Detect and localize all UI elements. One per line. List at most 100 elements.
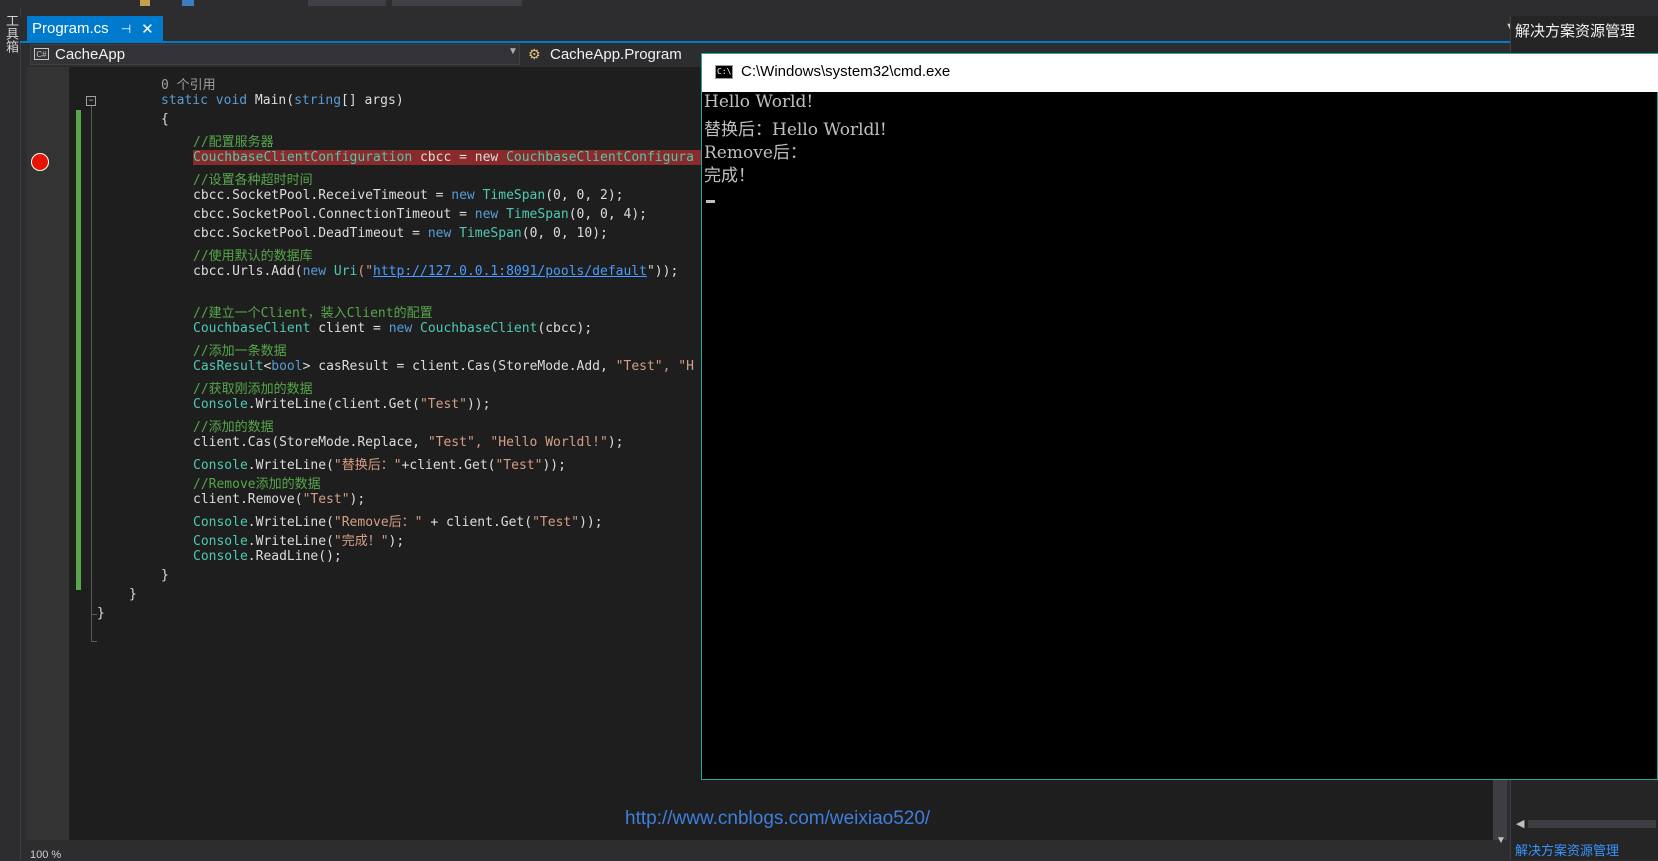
code-token: new <box>388 321 420 336</box>
code-token: .WriteLine( <box>247 534 334 549</box>
code-line: Console.WriteLine(client.Get("Test")); <box>193 397 490 412</box>
code-comment: //配置服务器 <box>193 135 274 150</box>
code-token: (" <box>357 264 374 279</box>
code-token: cbcc.Urls.Add( <box>193 264 303 279</box>
console-cursor <box>706 200 715 203</box>
code-token: "Test" <box>302 492 350 507</box>
code-token: (0, 0, 4); <box>568 207 647 222</box>
console-output-line: 替换后：Hello Worldl! <box>704 120 887 140</box>
code-token: .WriteLine( <box>247 458 334 473</box>
code-token: [] args) <box>341 93 404 108</box>
code-token: new <box>451 188 483 203</box>
code-line: cbcc.SocketPool.ConnectionTimeout = new … <box>193 207 647 222</box>
console-title: C:\Windows\system32\cmd.exe <box>741 63 951 80</box>
code-token: cbcc.SocketPool.ConnectionTimeout = <box>193 207 475 222</box>
code-token: new <box>474 150 507 165</box>
code-token: .WriteLine( <box>247 515 334 530</box>
code-token: CouchbaseClientConfiguration <box>193 150 413 165</box>
code-token: (0, 0, 10); <box>521 226 608 241</box>
code-token: "完成！" <box>333 534 389 549</box>
code-token: static void <box>161 93 255 108</box>
console-window[interactable] <box>701 53 1658 780</box>
code-text-area[interactable]: 0 个引用 static void Main(string[] args) { … <box>0 0 701 860</box>
code-token: TimeSpan <box>482 188 546 203</box>
code-line: Console.WriteLine("完成！"); <box>193 530 404 549</box>
code-line: { <box>161 112 169 127</box>
code-line: cbcc.Urls.Add(new Uri("http://127.0.0.1:… <box>193 264 678 279</box>
code-token: "Test", "H <box>615 359 694 374</box>
vertical-scrollbar[interactable] <box>1493 780 1507 840</box>
code-token: CouchbaseClient <box>193 321 311 336</box>
code-token: new <box>302 264 334 279</box>
code-token: new <box>474 207 507 222</box>
code-token: client = <box>310 321 389 336</box>
code-line: cbcc.SocketPool.DeadTimeout = new TimeSp… <box>193 226 608 241</box>
cmd-icon: C:\ <box>715 65 733 79</box>
reference-count[interactable]: 0 个引用 <box>161 74 216 93</box>
code-token: ); <box>388 534 405 549</box>
code-line: } <box>161 568 169 583</box>
code-comment: //设置各种超时时间 <box>193 173 313 188</box>
zoom-level[interactable]: 100 % <box>30 849 61 861</box>
code-line: client.Remove("Test"); <box>193 492 365 507</box>
code-token: cbcc.SocketPool.ReceiveTimeout = <box>193 188 452 203</box>
code-token: )); <box>542 458 566 473</box>
code-token: Uri <box>333 264 358 279</box>
code-token: "替换后：" <box>333 458 402 473</box>
code-token: "Test" <box>419 397 467 412</box>
code-token: )); <box>466 397 491 412</box>
code-token: bool <box>271 359 303 374</box>
console-output-line: Remove后： <box>704 143 807 163</box>
code-token: (cbcc); <box>537 321 593 336</box>
code-line: Console.ReadLine(); <box>193 549 342 564</box>
code-token: TimeSpan <box>459 226 522 241</box>
code-token: "Test" <box>532 515 580 530</box>
code-token: cbcc.SocketPool.DeadTimeout = <box>193 226 428 241</box>
code-token: )); <box>579 515 603 530</box>
code-token: CasResult <box>193 359 264 374</box>
scroll-left-icon[interactable]: ◀ <box>1516 817 1524 830</box>
code-token: TimeSpan <box>506 207 569 222</box>
code-token: string <box>294 93 342 108</box>
code-line: Console.WriteLine("替换后："+client.Get("Tes… <box>193 454 566 473</box>
code-token: Main( <box>254 93 295 108</box>
code-token: cbcc = <box>412 150 475 165</box>
code-comment: //添加一条数据 <box>193 344 287 359</box>
code-token: +client.Get( <box>401 458 496 473</box>
console-output-line: 完成！ <box>704 166 755 186</box>
code-line: client.Cas(StoreMode.Replace, "Test", "H… <box>193 435 623 450</box>
horizontal-scrollbar[interactable] <box>1528 820 1656 828</box>
code-token: Console <box>193 458 248 473</box>
code-token: > casResult = client.Cas(StoreMode.Add, <box>302 359 616 374</box>
scroll-down-icon[interactable]: ▼ <box>1496 835 1506 846</box>
console-output-line: Hello World! <box>704 92 814 112</box>
breakpoint-line: CouchbaseClientConfiguration cbcc = new … <box>193 150 701 165</box>
code-line: } <box>129 587 137 602</box>
code-token: CouchbaseClientConfigura <box>506 150 694 165</box>
code-token: new <box>427 226 460 241</box>
code-token: .WriteLine(client.Get( <box>247 397 420 412</box>
code-token: ")); <box>646 264 679 279</box>
code-token: + client.Get( <box>422 515 533 530</box>
code-token: Console <box>193 397 248 412</box>
code-token: "Remove后：" <box>333 515 423 530</box>
code-token: client.Remove( <box>193 492 303 507</box>
code-line: Console.WriteLine("Remove后：" + client.Ge… <box>193 511 603 530</box>
code-line: cbcc.SocketPool.ReceiveTimeout = new Tim… <box>193 188 624 203</box>
code-comment: //建立一个Client，装入Client的配置 <box>193 306 433 321</box>
code-line: CouchbaseClient client = new CouchbaseCl… <box>193 321 592 336</box>
editor-bottom-bar <box>27 847 1507 860</box>
code-token: Console <box>193 534 248 549</box>
code-token: ); <box>607 435 624 450</box>
code-token: ); <box>349 492 366 507</box>
solution-explorer-title: 解决方案资源管理 <box>1515 23 1636 40</box>
code-line: CasResult<bool> casResult = client.Cas(S… <box>193 359 694 374</box>
code-line: } <box>97 606 105 621</box>
code-token: CouchbaseClient <box>420 321 538 336</box>
code-comment: //使用默认的数据库 <box>193 249 313 264</box>
code-token: (0, 0, 2); <box>545 188 624 203</box>
solution-explorer-tab[interactable]: 解决方案资源管理 <box>1515 840 1619 859</box>
url-link[interactable]: http://127.0.0.1:8091/pools/default <box>373 264 647 279</box>
code-token: Console <box>193 515 248 530</box>
code-comment: //获取刚添加的数据 <box>193 382 313 397</box>
